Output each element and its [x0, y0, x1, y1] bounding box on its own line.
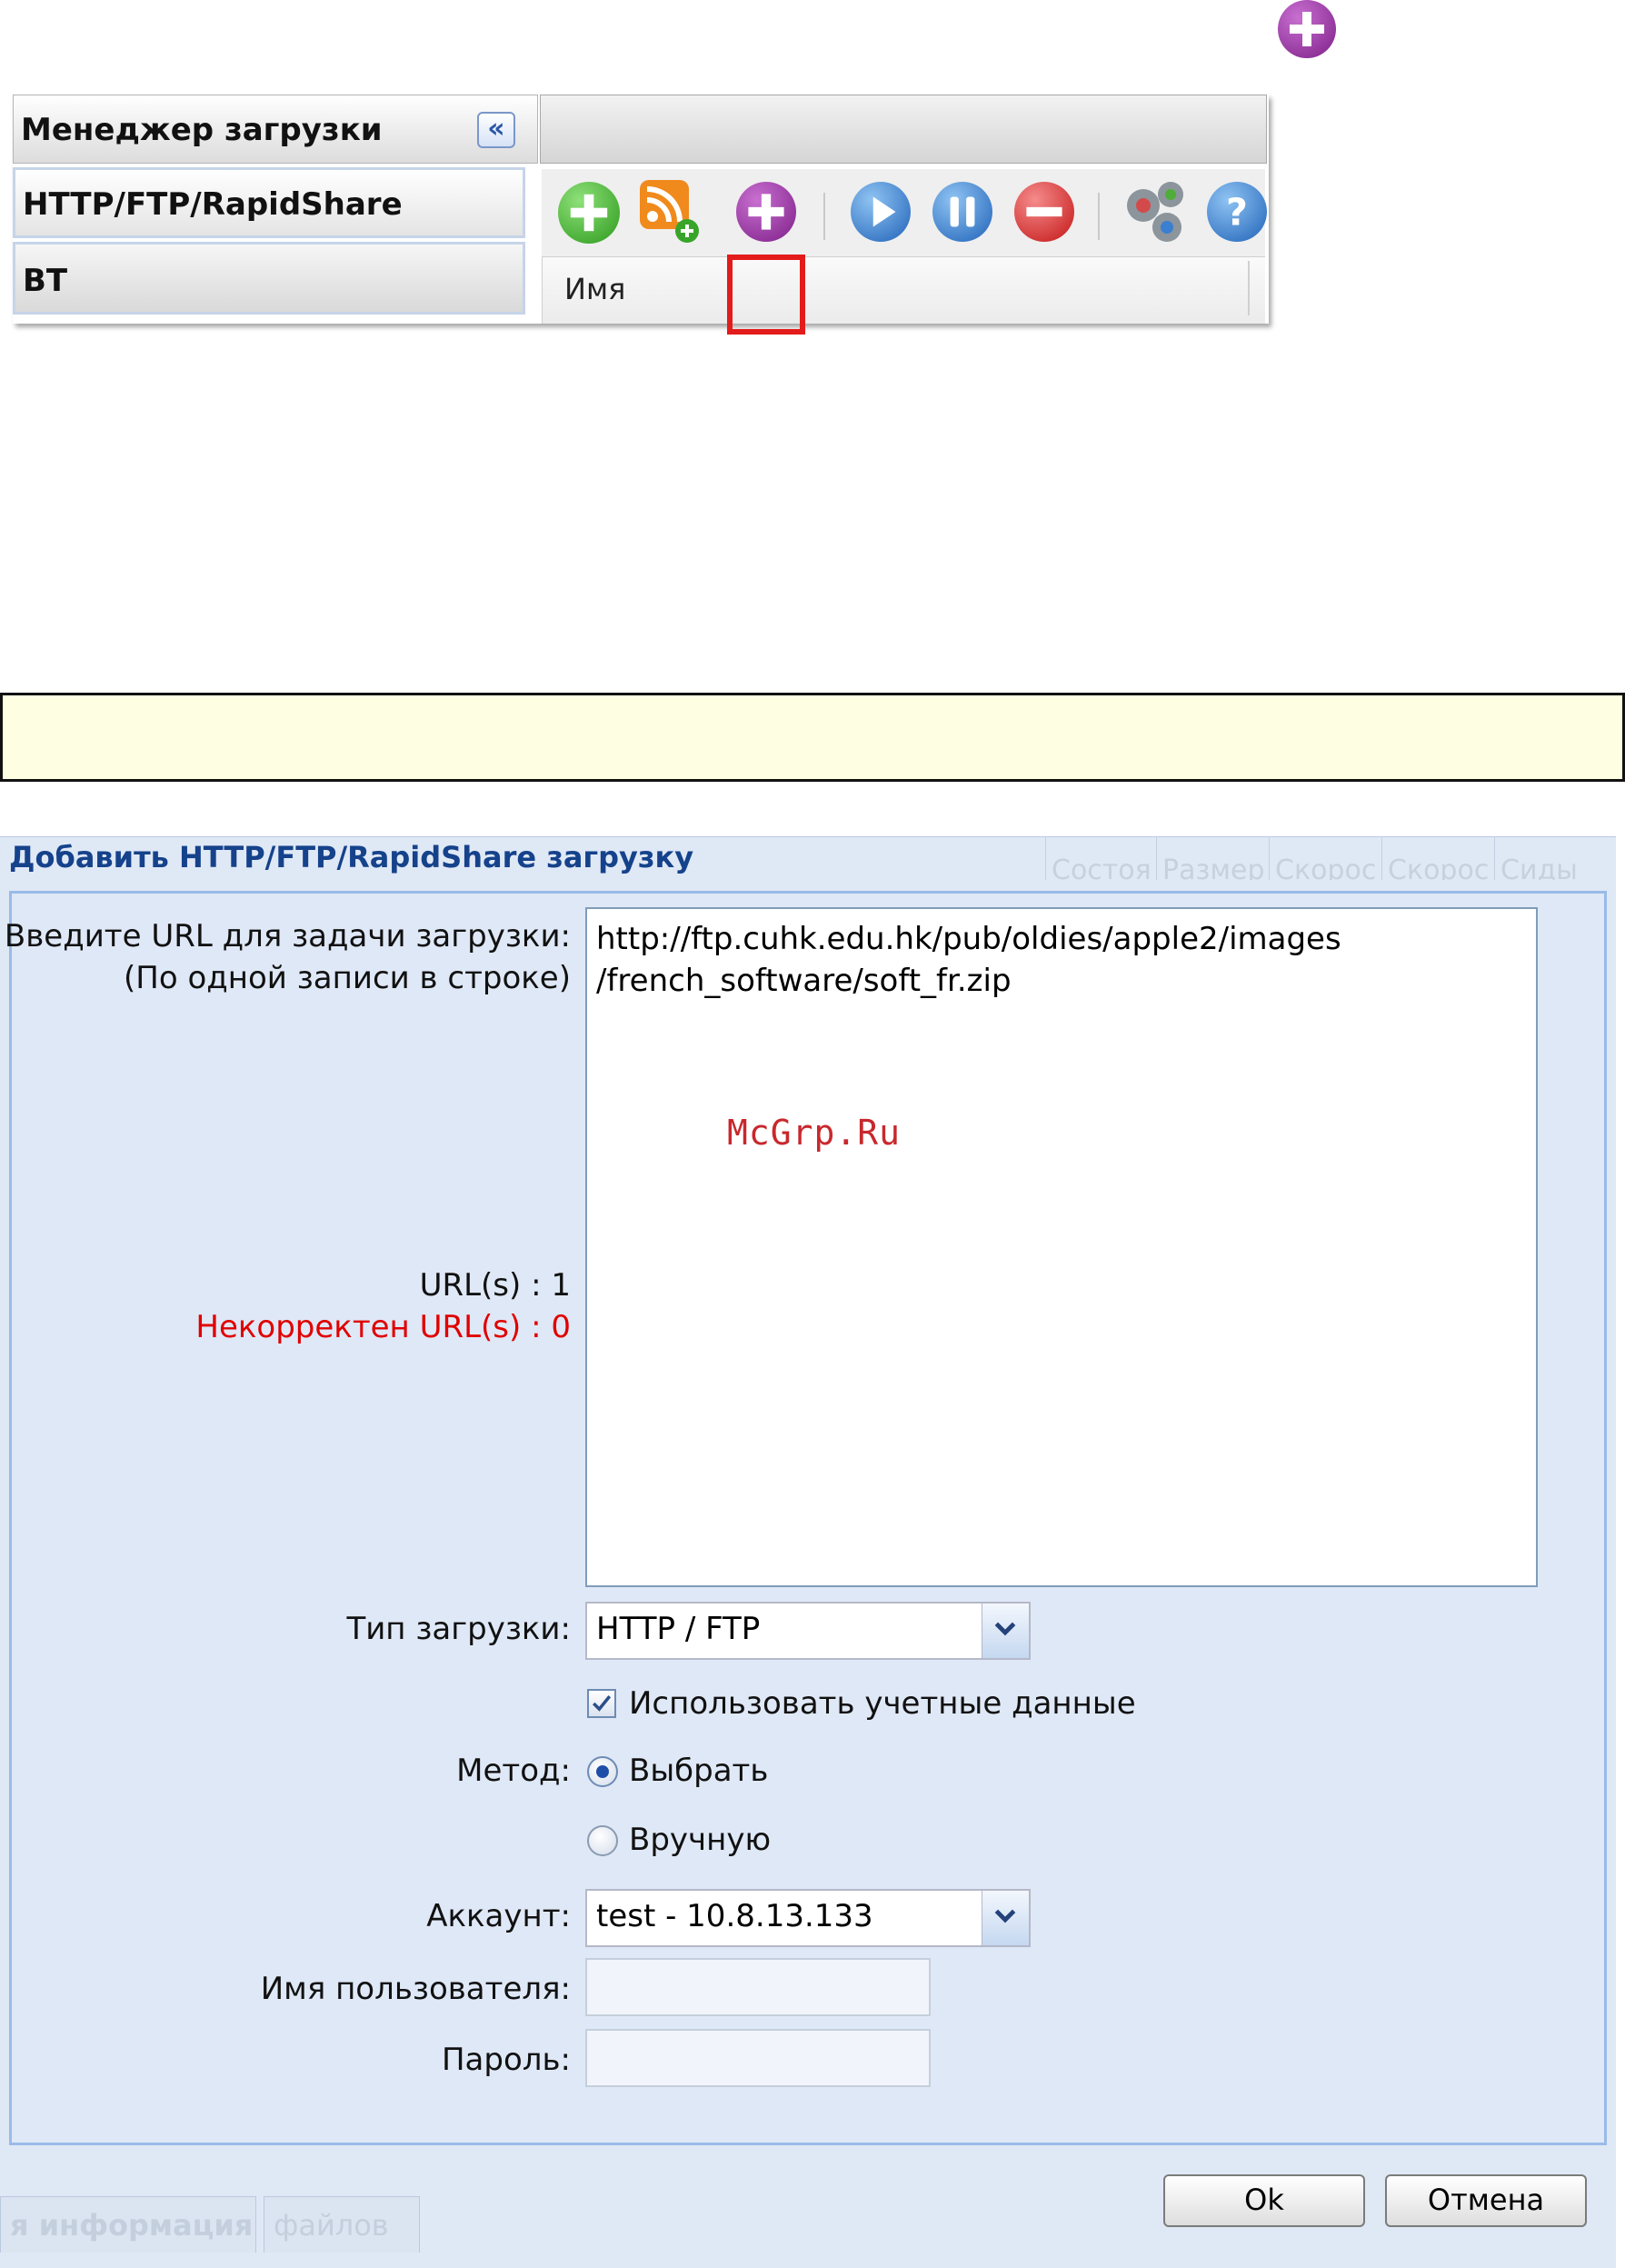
- username-field[interactable]: [585, 1958, 931, 2016]
- pause-icon[interactable]: [932, 182, 992, 242]
- background-column-header: Скорос: [1381, 836, 1492, 880]
- url-count: URL(s) : 1: [419, 1267, 571, 1304]
- note-box: [0, 693, 1625, 782]
- url-hint: (По одной записи в строке): [124, 960, 571, 996]
- toolbar-separator: [1098, 193, 1100, 240]
- invalid-url-count: Некорректен URL(s) : 0: [195, 1309, 571, 1345]
- column-header-name[interactable]: Имя: [542, 256, 1265, 324]
- settings-icon[interactable]: [1122, 178, 1189, 245]
- method-radio-manual[interactable]: [587, 1825, 618, 1856]
- remove-icon[interactable]: [1014, 182, 1074, 242]
- background-column-header: Состоя: [1045, 836, 1154, 880]
- download-manager-panel: Менеджер загрузки « HTTP/FTP/RapidShare …: [13, 95, 1269, 335]
- download-type-select[interactable]: HTTP / FTP: [585, 1602, 1031, 1660]
- use-credentials-label: Использовать учетные данные: [629, 1685, 1136, 1722]
- chevron-down-icon[interactable]: [982, 1604, 1029, 1658]
- password-label: Пароль:: [441, 2042, 571, 2078]
- highlight-box: [727, 255, 805, 335]
- sidebar-item-label: BT: [23, 263, 68, 299]
- sidebar-item-bt[interactable]: BT: [13, 242, 525, 315]
- rss-add-icon[interactable]: [640, 180, 700, 244]
- download-type-label: Тип загрузки:: [346, 1611, 571, 1647]
- url-label: Введите URL для задачи загрузки:: [4, 918, 571, 954]
- background-column-header: Скорос: [1269, 836, 1380, 880]
- watermark: McGrp.Ru: [727, 1113, 902, 1153]
- background-column-header: Размер: [1156, 836, 1267, 880]
- download-manager-header: Менеджер загрузки «: [13, 95, 538, 164]
- help-icon[interactable]: ?: [1207, 182, 1267, 242]
- url-textarea[interactable]: http://ftp.cuhk.edu.hk/pub/oldies/apple2…: [585, 907, 1538, 1587]
- password-field[interactable]: [585, 2029, 931, 2087]
- add-icon[interactable]: [558, 182, 620, 244]
- sidebar-item-http-ftp-rapidshare[interactable]: HTTP/FTP/RapidShare: [13, 167, 525, 238]
- account-select[interactable]: test - 10.8.13.133: [585, 1889, 1031, 1947]
- toolbar-separator: [823, 193, 825, 240]
- radio-dot-icon: [596, 1765, 609, 1778]
- account-label: Аккаунт:: [426, 1898, 571, 1934]
- downloads-header-bar: [540, 95, 1267, 164]
- ok-button[interactable]: Ok: [1163, 2174, 1365, 2227]
- method-radio-select[interactable]: [587, 1756, 618, 1787]
- svg-text:?: ?: [1226, 190, 1248, 234]
- dialog-title: Добавить HTTP/FTP/RapidShare загрузку: [9, 840, 694, 874]
- background-tab: файлов: [264, 2196, 420, 2253]
- start-icon[interactable]: [851, 182, 911, 242]
- download-type-value: HTTP / FTP: [596, 1611, 761, 1647]
- column-header-label: Имя: [564, 272, 626, 306]
- checkmark-icon: [593, 1695, 612, 1712]
- chevron-down-icon[interactable]: [982, 1891, 1029, 1945]
- background-column-header: Сиды: [1494, 836, 1607, 880]
- use-credentials-checkbox[interactable]: [587, 1689, 616, 1718]
- download-manager-title: Менеджер загрузки: [21, 112, 383, 148]
- collapse-button[interactable]: «: [477, 112, 515, 148]
- background-tab: я информация: [0, 2196, 256, 2253]
- method-label: Метод:: [456, 1753, 571, 1789]
- account-value: test - 10.8.13.133: [596, 1898, 873, 1934]
- add-url-icon: [1278, 0, 1336, 58]
- method-option-manual: Вручную: [629, 1822, 772, 1858]
- method-option-select: Выбрать: [629, 1753, 769, 1789]
- add-url-icon[interactable]: [736, 182, 796, 242]
- cancel-button[interactable]: Отмена: [1385, 2174, 1587, 2227]
- column-divider: [1248, 261, 1250, 315]
- sidebar-item-label: HTTP/FTP/RapidShare: [23, 186, 403, 223]
- username-label: Имя пользователя:: [260, 1971, 571, 2007]
